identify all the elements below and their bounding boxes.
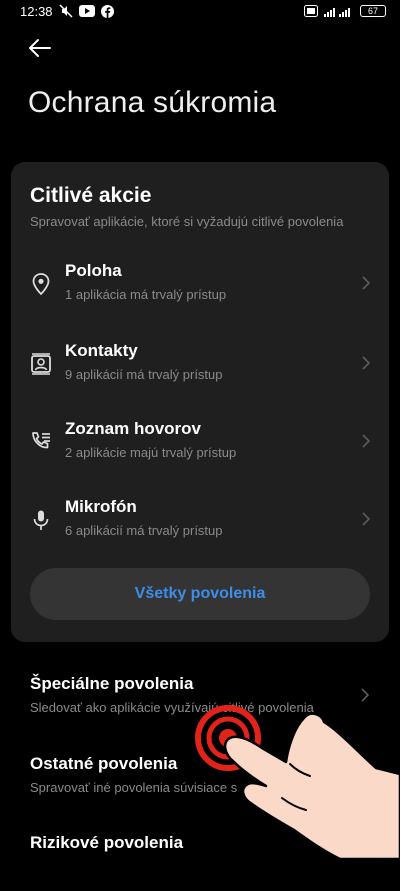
signal-icon	[324, 5, 354, 17]
perm-item-label: Zoznam hovorov	[65, 419, 202, 438]
status-time: 12:38	[20, 3, 53, 19]
status-bar: 12:38 67	[0, 0, 400, 22]
sensitive-actions-card: Citlivé akcie Spravovať aplikácie, ktoré…	[11, 162, 389, 642]
battery-icon: 67	[360, 5, 386, 17]
chevron-right-icon	[358, 766, 372, 784]
perm-item-contacts[interactable]: Kontakty 9 aplikácií má trvalý prístup	[11, 328, 389, 398]
outer-item-label: Ostatné povolenia	[30, 754, 178, 773]
chevron-right-icon	[359, 274, 373, 292]
risky-permissions-item[interactable]: Rizikové povolenia	[0, 821, 400, 891]
location-pin-icon	[29, 272, 53, 296]
perm-item-microphone[interactable]: Mikrofón 6 aplikácií má trvalý prístup	[11, 484, 389, 554]
perm-item-sub: 1 aplikácia má trvalý prístup	[65, 287, 227, 302]
arrow-left-icon	[28, 38, 52, 63]
chevron-right-icon	[359, 510, 373, 528]
microphone-icon	[29, 508, 53, 532]
outer-item-sub: Spravovať iné povolenia súvisiace s	[30, 780, 238, 795]
chevron-right-icon	[359, 354, 373, 372]
page-title: Ochrana súkromia	[28, 86, 277, 119]
perm-item-sub: 6 aplikácií má trvalý prístup	[65, 523, 223, 538]
call-log-icon	[29, 430, 53, 454]
card-title: Citlivé akcie	[30, 184, 152, 207]
youtube-icon	[78, 5, 95, 17]
status-right: 67	[304, 5, 386, 17]
perm-item-label: Poloha	[65, 261, 122, 280]
back-button[interactable]	[22, 34, 58, 66]
vpn-icon	[304, 5, 318, 17]
perm-item-sub: 2 aplikácie majú trvalý prístup	[65, 445, 237, 460]
other-permissions-item[interactable]: Ostatné povolenia Spravovať iné povoleni…	[0, 742, 400, 812]
contacts-icon	[29, 352, 53, 376]
perm-item-call-log[interactable]: Zoznam hovorov 2 aplikácie majú trvalý p…	[11, 406, 389, 476]
facebook-icon	[100, 4, 114, 18]
chevron-right-icon	[358, 831, 372, 849]
outer-item-label: Rizikové povolenia	[30, 833, 184, 852]
card-subtitle: Spravovať aplikácie, ktoré si vyžadujú c…	[30, 214, 344, 229]
all-permissions-button[interactable]: Všetky povolenia	[30, 568, 370, 620]
perm-item-location[interactable]: Poloha 1 aplikácia má trvalý prístup	[11, 248, 389, 318]
perm-item-sub: 9 aplikácií má trvalý prístup	[65, 367, 223, 382]
special-permissions-item[interactable]: Špeciálne povolenia Sledovať ako aplikác…	[0, 662, 400, 732]
chevron-right-icon	[359, 432, 373, 450]
outer-item-label: Špeciálne povolenia	[30, 674, 194, 693]
status-left: 12:38	[20, 4, 114, 19]
chevron-right-icon	[358, 686, 372, 704]
perm-item-label: Mikrofón	[65, 497, 137, 516]
perm-item-label: Kontakty	[65, 341, 138, 360]
mute-icon	[59, 4, 73, 18]
outer-item-sub: Sledovať ako aplikácie využívajú citlivé…	[30, 700, 314, 715]
